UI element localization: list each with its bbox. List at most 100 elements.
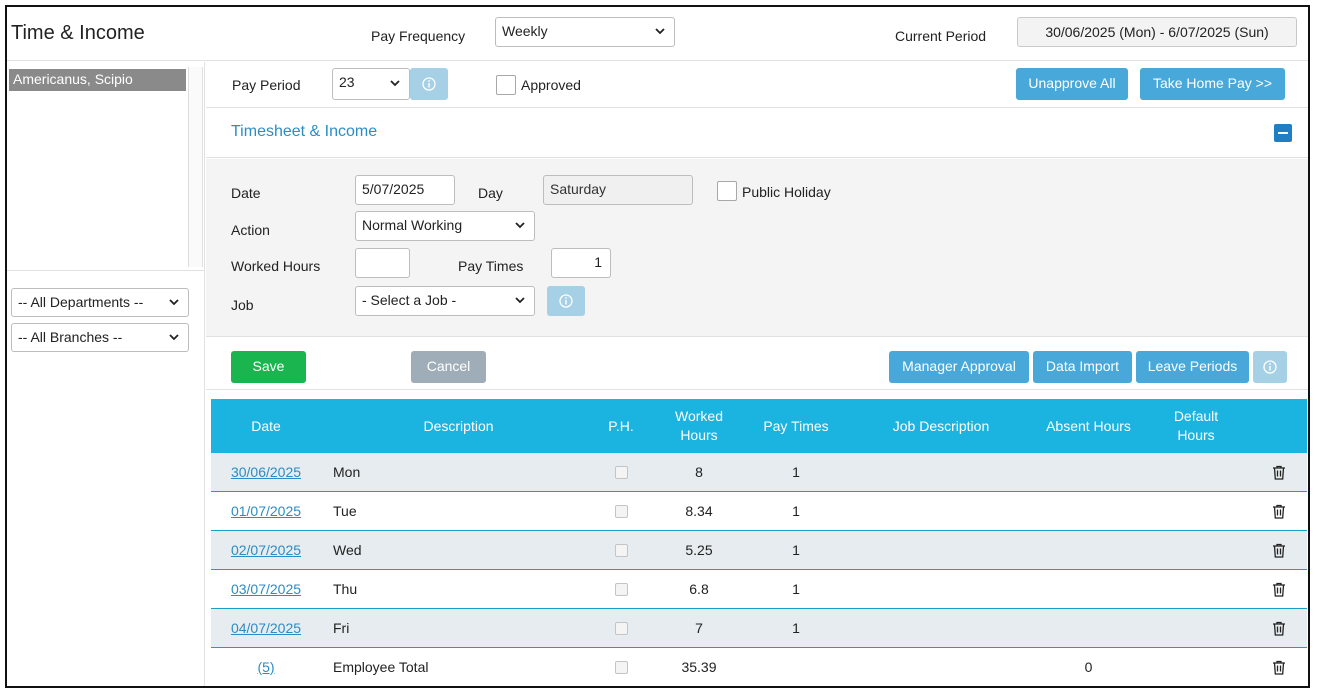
public-holiday-checkbox[interactable] [717, 181, 737, 201]
row-description: Wed [333, 542, 362, 558]
column-header-absent-hours: Absent Hours [1046, 417, 1131, 434]
total-count-link[interactable]: (5) [257, 659, 274, 675]
info-icon [1263, 360, 1277, 374]
table-row: 01/07/2025 Tue 8.34 1 [211, 492, 1307, 531]
worked-hours-field[interactable] [355, 248, 410, 278]
delete-row-button[interactable] [1266, 453, 1291, 491]
timesheet-table: Date Description P.H. Worked Hours Pay T… [211, 399, 1307, 686]
column-header-ph: P.H. [608, 417, 634, 434]
delete-row-button[interactable] [1266, 570, 1291, 608]
column-header-job-description: Job Description [892, 417, 990, 434]
row-worked-hours: 5.25 [685, 542, 713, 558]
employee-list: Americanus, Scipio [7, 67, 203, 267]
trash-icon [1272, 621, 1285, 636]
chevron-down-icon [655, 28, 665, 35]
date-field[interactable]: 5/07/2025 [355, 175, 455, 205]
leave-periods-button[interactable]: Leave Periods [1136, 351, 1249, 383]
employee-list-item[interactable]: Americanus, Scipio [9, 69, 186, 91]
row-ph-checkbox [614, 504, 628, 518]
row-description: Tue [333, 503, 357, 519]
take-home-pay-button[interactable]: Take Home Pay >> [1140, 68, 1285, 100]
row-date-link[interactable]: 02/07/2025 [231, 542, 301, 558]
row-ph-checkbox [614, 582, 628, 596]
row-ph-checkbox [614, 543, 628, 557]
date-label: Date [231, 185, 261, 201]
pay-times-field[interactable]: 1 [551, 248, 611, 278]
row-absent-hours [1031, 453, 1146, 491]
pay-frequency-label: Pay Frequency [371, 28, 466, 44]
row-pay-times: 1 [792, 464, 800, 480]
column-header-default-hours-line1: Default [1173, 408, 1219, 424]
top-bar: Time & Income Pay Frequency Weekly Curre… [7, 7, 1308, 61]
cancel-button[interactable]: Cancel [411, 351, 486, 383]
table-row: 04/07/2025 Fri 7 1 [211, 609, 1307, 648]
branch-filter-select[interactable]: -- All Branches -- [11, 323, 189, 352]
minus-icon [1278, 132, 1288, 134]
pay-period-info-button[interactable] [410, 68, 448, 100]
job-info-button[interactable] [547, 286, 585, 316]
pay-period-select[interactable]: 23 [332, 68, 410, 100]
info-icon [422, 77, 436, 91]
employee-sidebar: Americanus, Scipio -- All Departments --… [7, 62, 205, 686]
row-date-link[interactable]: 03/07/2025 [231, 581, 301, 597]
row-ph-checkbox [614, 465, 628, 479]
action-bar: Save Cancel Manager Approval Data Import… [206, 338, 1308, 390]
column-header-date: Date [251, 417, 281, 434]
current-period-field: 30/06/2025 (Mon) - 6/07/2025 (Sun) [1017, 17, 1297, 47]
data-import-button[interactable]: Data Import [1033, 351, 1132, 383]
pay-frequency-value: Weekly [502, 23, 548, 39]
row-worked-hours: 7 [695, 620, 703, 636]
row-pay-times: 1 [792, 503, 800, 519]
total-ph-checkbox [614, 660, 628, 674]
trash-icon [1272, 465, 1285, 480]
main-panel: Pay Period 23 Approved Unapprove All Tak… [206, 62, 1308, 686]
delete-row-button[interactable] [1266, 492, 1291, 530]
employee-list-scrollbar[interactable] [188, 67, 202, 267]
chevron-down-icon [515, 222, 525, 229]
pay-times-label: Pay Times [458, 258, 524, 274]
pay-frequency-select[interactable]: Weekly [495, 17, 675, 47]
action-label: Action [231, 222, 270, 238]
delete-row-button[interactable] [1266, 609, 1291, 647]
row-description: Thu [333, 581, 358, 597]
leave-info-button[interactable] [1253, 351, 1287, 383]
job-select[interactable]: - Select a Job - [355, 286, 535, 316]
unapprove-all-button[interactable]: Unapprove All [1016, 68, 1128, 100]
chevron-down-icon [169, 334, 179, 341]
save-button[interactable]: Save [231, 351, 306, 383]
day-field: Saturday [543, 175, 693, 205]
row-date-link[interactable]: 01/07/2025 [231, 503, 301, 519]
row-ph-checkbox [614, 621, 628, 635]
delete-total-button[interactable] [1266, 648, 1291, 686]
row-pay-times: 1 [792, 620, 800, 636]
pay-period-label: Pay Period [232, 77, 301, 93]
worked-hours-label: Worked Hours [231, 258, 321, 274]
column-header-pay-times: Pay Times [763, 417, 829, 434]
chevron-down-icon [390, 80, 400, 87]
job-label: Job [231, 297, 254, 313]
collapse-section-button[interactable] [1274, 124, 1292, 142]
table-row: 30/06/2025 Mon 8 1 [211, 453, 1307, 492]
total-description: Employee Total [333, 659, 429, 675]
page-title: Time & Income [11, 22, 145, 44]
department-filter-select[interactable]: -- All Departments -- [11, 288, 189, 317]
trash-icon [1272, 660, 1285, 675]
column-header-default-hours: Default Hours [1156, 399, 1236, 453]
table-total-row: (5) Employee Total 35.39 0 [211, 648, 1307, 686]
row-date-link[interactable]: 30/06/2025 [231, 464, 301, 480]
row-worked-hours: 6.8 [689, 581, 709, 597]
column-header-description: Description [423, 417, 494, 434]
manager-approval-button[interactable]: Manager Approval [889, 351, 1029, 383]
column-header-worked-hours-line2: Hours [680, 427, 718, 443]
action-select[interactable]: Normal Working [355, 211, 535, 241]
table-row: 03/07/2025 Thu 6.8 1 [211, 570, 1307, 609]
trash-icon [1272, 543, 1285, 558]
approved-checkbox[interactable] [496, 75, 516, 95]
row-date-link[interactable]: 04/07/2025 [231, 620, 301, 636]
column-header-worked-hours-line1: Worked [675, 408, 723, 424]
pay-period-bar: Pay Period 23 Approved Unapprove All Tak… [206, 62, 1308, 108]
total-pay-times [751, 648, 841, 686]
trash-icon [1272, 582, 1285, 597]
delete-row-button[interactable] [1266, 531, 1291, 569]
trash-icon [1272, 504, 1285, 519]
